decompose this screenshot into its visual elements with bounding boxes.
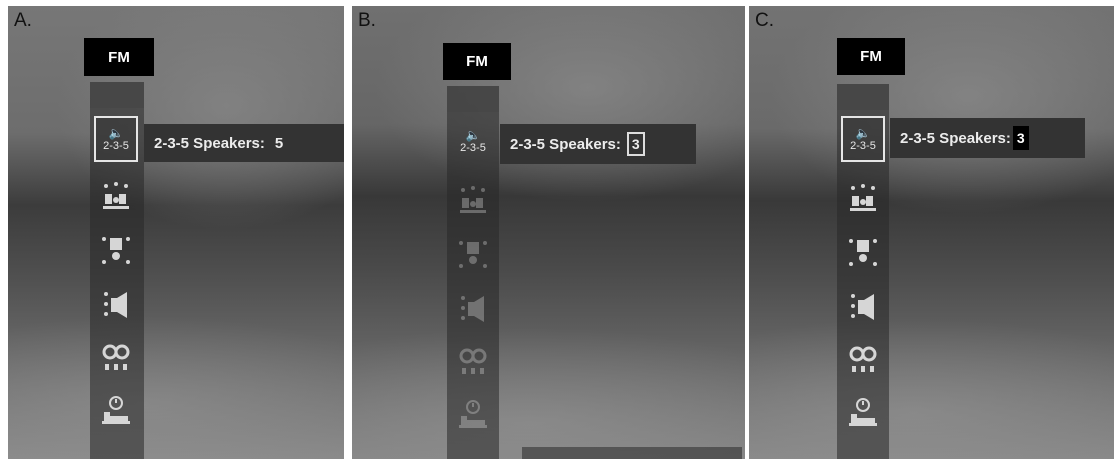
loop-eq-icon[interactable] [451,338,495,384]
speaker-position-icon[interactable] [841,284,885,330]
tooltip-label: 2-3-5 Speakers: [510,135,621,153]
loop-eq-icon[interactable] [841,336,885,382]
tooltip-label: 2-3-5 Speakers: [900,129,1011,147]
fm-source-badge: FM [84,38,154,76]
menu-header-strip [447,86,499,112]
tooltip-label: 2-3-5 Speakers: [154,134,265,152]
timer-sleep-icon[interactable] [451,392,495,438]
speaker-count-value[interactable]: 3 [626,132,645,156]
loop-eq-icon[interactable] [94,334,138,380]
speaker-array-icon[interactable] [451,178,495,224]
audio-menu-column: 🔈 2-3-5 [447,86,499,459]
speaker-array-icon[interactable] [841,176,885,222]
menu-item-label: 2-3-5 [850,139,876,152]
panel-c: C. FM 🔈 2-3-5 2-3-5 Speakers: 3 [749,6,1114,459]
speaker-position-icon[interactable] [451,286,495,332]
panel-label: A. [14,10,32,31]
surround-center-icon[interactable] [94,228,138,274]
speaker-mode-235-icon[interactable]: 🔈 2-3-5 [841,116,885,162]
speaker-array-icon[interactable] [94,174,138,220]
surround-center-icon[interactable] [451,232,495,278]
bottom-status-bar [522,447,742,459]
speaker-setting-tooltip: 2-3-5 Speakers: 3 [890,118,1085,158]
speaker-setting-tooltip: 2-3-5 Speakers: 5 [144,124,344,162]
panel-label: B. [358,10,376,31]
audio-menu-column: 🔈 2-3-5 [837,84,889,459]
menu-header-strip [90,82,144,108]
panel-label: C. [755,10,774,31]
speaker-mode-235-icon[interactable]: 🔈 2-3-5 [94,116,138,162]
speaker-count-value[interactable]: 5 [275,135,283,152]
fm-source-badge: FM [837,38,905,75]
timer-sleep-icon[interactable] [94,388,138,434]
speaker-count-value[interactable]: 3 [1012,126,1029,150]
menu-item-label: 2-3-5 [103,139,129,152]
tv-screen-background [8,6,344,459]
audio-menu-column: 🔈 2-3-5 [90,82,144,459]
tv-screen-background [352,6,745,459]
menu-item-label: 2-3-5 [460,141,486,154]
timer-sleep-icon[interactable] [841,390,885,436]
tv-screen-background [749,6,1114,459]
menu-header-strip [837,84,889,110]
panel-a: A. FM 🔈 2-3-5 2-3-5 Speakers: 5 [8,6,344,459]
speaker-setting-tooltip: 2-3-5 Speakers: 3 [500,124,696,164]
panel-b: B. FM 🔈 2-3-5 2-3-5 Speakers: 3 [352,6,745,459]
speaker-mode-235-icon[interactable]: 🔈 2-3-5 [451,118,495,164]
fm-source-badge: FM [443,43,511,80]
surround-center-icon[interactable] [841,230,885,276]
speaker-position-icon[interactable] [94,282,138,328]
